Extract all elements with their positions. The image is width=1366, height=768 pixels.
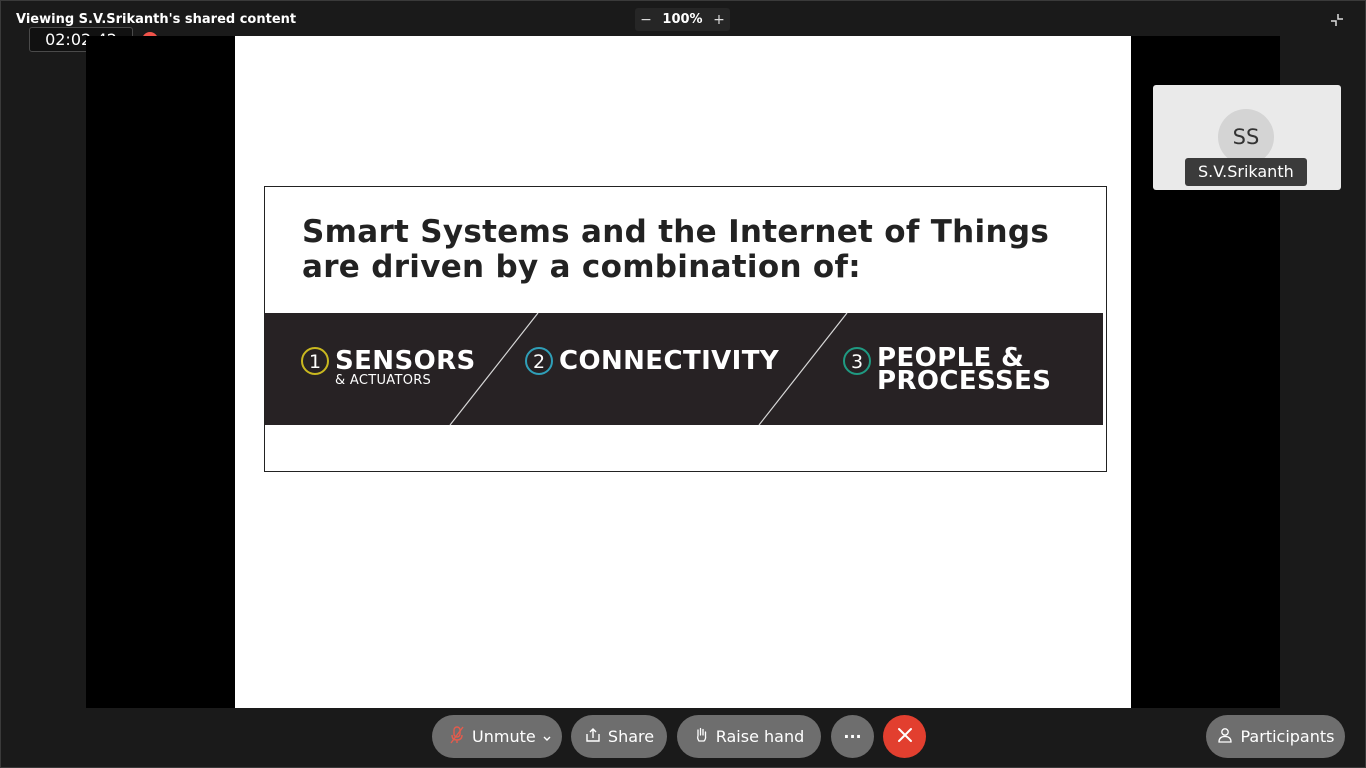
number-badge: 3 [843,347,871,375]
slide-band: 1 SENSORS & ACTUATORS 2 CONNECTIVITY 3 P… [265,313,1103,425]
zoom-out-button[interactable]: − [635,12,657,28]
slide-title-line1: Smart Systems and the Internet of Things [302,214,1050,250]
hand-icon [694,727,708,747]
muted-mic-icon [450,725,464,748]
number-badge: 2 [525,347,553,375]
slide-banner: Smart Systems and the Internet of Things… [264,186,1107,472]
close-icon [896,726,914,748]
avatar: SS [1218,109,1274,165]
window-title: Viewing S.V.Srikanth's shared content [16,12,297,27]
participant-name: S.V.Srikanth [1185,158,1307,186]
share-label: Share [607,727,655,746]
zoom-level: 100% [662,12,703,27]
more-options-button[interactable]: ··· [831,715,874,758]
person-icon [1217,727,1233,747]
slide-item-people-processes: 3 PEOPLE & PROCESSES [843,345,1052,396]
leave-meeting-button[interactable] [883,715,926,758]
chevron-down-icon[interactable] [542,728,552,747]
participants-button[interactable]: Participants [1206,715,1345,758]
zoom-in-button[interactable]: + [708,12,730,28]
raise-hand-label: Raise hand [715,727,805,746]
share-icon [584,727,602,747]
zoom-control: − 100% + [635,8,730,31]
raise-hand-button[interactable]: Raise hand [677,715,821,758]
share-button[interactable]: Share [571,715,667,758]
more-icon: ··· [843,727,862,746]
collapse-icon[interactable] [1330,12,1344,26]
slide-title-line2: are driven by a combination of: [302,249,861,285]
item-title: SENSORS [335,346,476,376]
item-subtitle: & ACTUATORS [335,373,432,388]
slide-item-connectivity: 2 CONNECTIVITY [525,347,779,375]
slide-item-sensors: 1 SENSORS & ACTUATORS [301,347,476,387]
item-title-line2: PROCESSES [877,366,1052,396]
shared-content-stage: Smart Systems and the Internet of Things… [86,36,1280,708]
presentation-slide: Smart Systems and the Internet of Things… [235,36,1131,708]
slide-title: Smart Systems and the Internet of Things… [302,215,1049,285]
participants-label: Participants [1240,727,1335,746]
unmute-label: Unmute [472,727,536,746]
item-title: CONNECTIVITY [559,346,780,376]
number-badge: 1 [301,347,329,375]
participant-video-tile[interactable]: SS S.V.Srikanth [1153,85,1341,190]
unmute-button[interactable]: Unmute [432,715,562,758]
